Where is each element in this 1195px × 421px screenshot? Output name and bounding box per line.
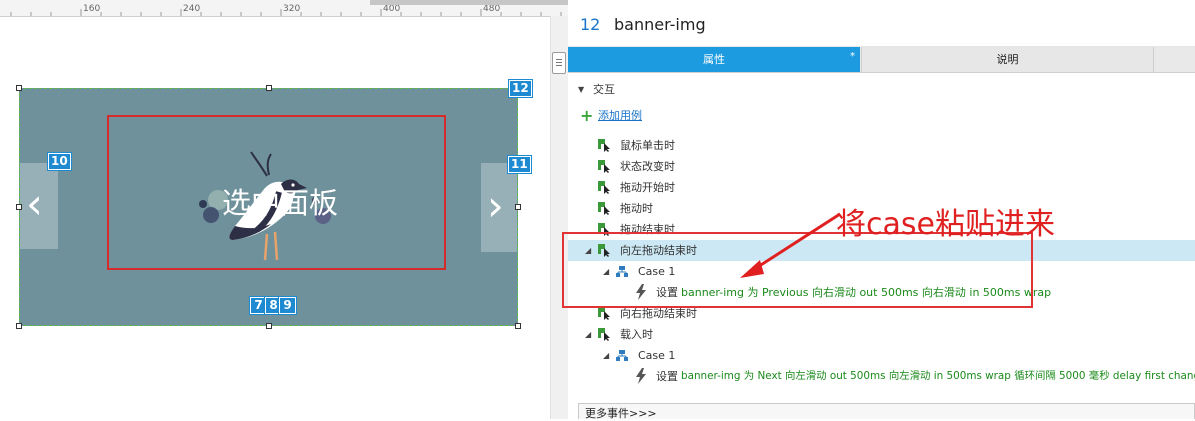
cursor-event-icon <box>598 307 610 320</box>
ruler-label: 480 <box>483 4 501 14</box>
event-row[interactable]: 状态改变时 <box>568 156 1195 177</box>
case-icon <box>616 350 628 361</box>
collapse-caret-icon[interactable]: ▼ <box>578 79 584 100</box>
panel-caption: 选中面板 <box>222 186 339 220</box>
object-name[interactable]: banner-img <box>614 15 706 34</box>
add-case-link[interactable]: 添加用例 <box>598 107 642 125</box>
tab-properties[interactable]: 属性 <box>568 47 860 72</box>
event-row[interactable]: 鼠标单击时 <box>568 135 1195 156</box>
cursor-event-icon <box>598 202 610 215</box>
ruler-label: 320 <box>283 4 301 14</box>
tab-notes[interactable]: 说明 <box>861 47 1154 72</box>
resize-handle-n[interactable] <box>266 85 272 91</box>
chevron-right-icon: › <box>487 181 504 230</box>
annotation-text: 将case粘贴进来 <box>836 207 1055 242</box>
case-label: Case 1 <box>638 349 676 362</box>
ruler-label: 400 <box>383 4 401 14</box>
badge-panel: 12 <box>508 79 533 98</box>
cursor-event-icon <box>598 181 610 194</box>
lightning-icon <box>636 368 646 384</box>
more-events-button[interactable]: 更多事件>>> <box>578 403 1195 420</box>
annotation-arrow-icon <box>740 212 841 278</box>
badge-dot-9: 9 <box>278 296 297 315</box>
resize-handle-w[interactable] <box>16 204 22 210</box>
event-label: 拖动开始时 <box>620 181 675 194</box>
event-label: 状态改变时 <box>620 160 675 173</box>
resize-handle-s[interactable] <box>266 323 272 329</box>
event-label: 载入时 <box>620 328 653 341</box>
event-label: 鼠标单击时 <box>620 139 675 152</box>
tab-modified-star: * <box>850 51 855 62</box>
cursor-event-icon <box>598 160 610 173</box>
prev-arrow-button[interactable]: ‹ <box>20 163 58 249</box>
expand-caret-icon[interactable]: ◢ <box>585 324 591 345</box>
ruler-label: 160 <box>83 4 101 14</box>
action-row[interactable]: 设置 banner-img 为 Next 向左滑动 out 500ms 向左滑动… <box>568 366 1195 387</box>
action-prefix: 设置 <box>656 370 678 383</box>
cursor-event-icon <box>598 328 610 341</box>
section-title: 交互 <box>593 83 615 96</box>
cursor-event-icon <box>598 139 610 152</box>
resize-handle-sw[interactable] <box>16 323 22 329</box>
resize-handle-nw[interactable] <box>16 85 22 91</box>
action-text: banner-img 为 Next 向左滑动 out 500ms 向左滑动 in… <box>681 370 1195 382</box>
resize-handle-e[interactable] <box>515 204 521 210</box>
case-row[interactable]: ◢ Case 1 <box>568 345 1195 366</box>
ruler-selection-marker <box>370 0 568 5</box>
chevron-left-icon: ‹ <box>26 179 43 228</box>
next-arrow-button[interactable]: › <box>481 163 517 252</box>
event-label: 拖动时 <box>620 202 653 215</box>
badge-right-arrow: 11 <box>507 155 532 174</box>
scrollbar-thumb[interactable] <box>552 52 566 74</box>
resize-handle-se[interactable] <box>515 323 521 329</box>
plus-icon[interactable]: + <box>580 108 593 124</box>
ruler-label: 240 <box>183 4 201 14</box>
expand-caret-icon[interactable]: ◢ <box>603 345 609 366</box>
section-interactions[interactable]: ▼ 交互 <box>568 79 1195 100</box>
event-row-on-load[interactable]: ◢ 载入时 <box>568 324 1195 345</box>
badge-left-arrow: 10 <box>47 152 72 171</box>
object-number: 12 <box>580 15 601 34</box>
event-row[interactable]: 拖动开始时 <box>568 177 1195 198</box>
canvas-vertical-scrollbar[interactable] <box>550 16 569 419</box>
